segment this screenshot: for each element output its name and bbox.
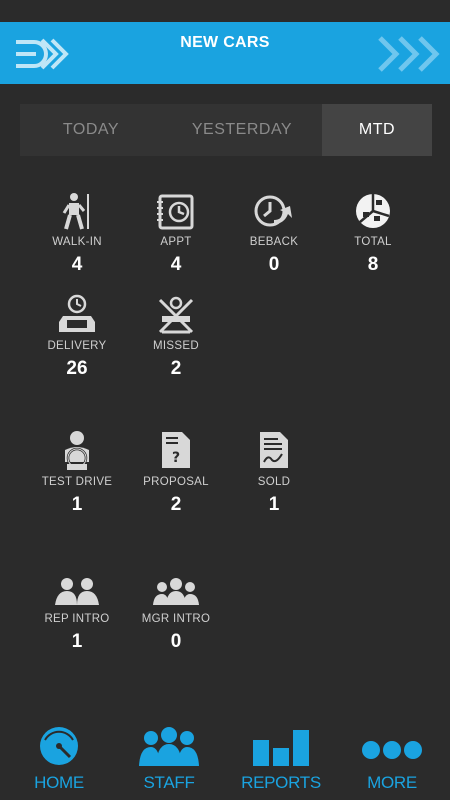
metric-label: SOLD <box>257 476 291 488</box>
metric-value: 4 <box>71 254 83 275</box>
metric-value: 1 <box>71 494 83 515</box>
group-people-icon <box>128 567 224 607</box>
forward-chevrons-icon[interactable] <box>376 34 442 79</box>
tab-mtd[interactable]: MTD <box>322 104 432 156</box>
metric-value: 1 <box>268 494 280 515</box>
walking-person-icon <box>29 190 125 230</box>
nav-home[interactable]: HOME <box>9 726 109 793</box>
nav-more[interactable]: MORE <box>342 726 442 793</box>
metric-value: 1 <box>71 631 83 652</box>
metric-beback[interactable]: BEBACK 0 <box>226 190 322 276</box>
metric-value: 2 <box>170 494 182 515</box>
metric-sold[interactable]: SOLD 1 <box>226 430 322 516</box>
metric-label: APPT <box>160 236 192 248</box>
tab-yesterday[interactable]: YESTERDAY <box>162 104 322 156</box>
appointment-book-icon <box>128 190 224 230</box>
metric-rep-intro[interactable]: REP INTRO 1 <box>29 567 125 653</box>
driver-icon <box>29 430 125 470</box>
metric-proposal[interactable]: ? PROPOSAL 2 <box>128 430 224 516</box>
metric-delivery[interactable]: DELIVERY 26 <box>29 294 125 380</box>
metric-label: MISSED <box>153 340 199 352</box>
metric-missed[interactable]: MISSED 2 <box>128 294 224 380</box>
metric-mgr-intro[interactable]: MGR INTRO 0 <box>128 567 224 653</box>
metric-label: DELIVERY <box>47 340 107 352</box>
missed-icon <box>128 294 224 334</box>
period-tabs: TODAY YESTERDAY MTD <box>20 104 432 156</box>
metric-total[interactable]: TOTAL 8 <box>325 190 421 276</box>
speedometer-icon <box>9 726 109 771</box>
staff-people-icon <box>119 726 219 771</box>
tab-today[interactable]: TODAY <box>20 104 162 156</box>
pie-chart-icon <box>325 190 421 230</box>
metric-label: TEST DRIVE <box>41 476 113 488</box>
metric-value: 26 <box>66 358 88 379</box>
metric-label: WALK-IN <box>52 236 102 248</box>
proposal-document-icon: ? <box>128 430 224 470</box>
metric-label: BEBACK <box>249 236 299 248</box>
metric-value: 0 <box>170 631 182 652</box>
metric-label: MGR INTRO <box>141 613 211 625</box>
bottom-nav: HOME STAFF REPORTS MORE <box>0 720 450 800</box>
delivery-car-clock-icon <box>29 294 125 334</box>
metric-value: 4 <box>170 254 182 275</box>
metric-value: 2 <box>170 358 182 379</box>
metric-walk-in[interactable]: WALK-IN 4 <box>29 190 125 276</box>
metric-test-drive[interactable]: TEST DRIVE 1 <box>29 430 125 516</box>
svg-text:?: ? <box>172 450 180 466</box>
signed-document-icon <box>226 430 322 470</box>
header-bar: NEW CARS <box>0 22 450 84</box>
nav-label: REPORTS <box>241 773 321 792</box>
handshake-people-icon <box>29 567 125 607</box>
nav-label: MORE <box>367 773 417 792</box>
nav-label: STAFF <box>143 773 195 792</box>
nav-label: HOME <box>34 773 84 792</box>
bar-chart-icon <box>231 726 331 771</box>
metric-value: 0 <box>268 254 280 275</box>
metric-value: 8 <box>367 254 379 275</box>
dots-icon <box>342 726 442 771</box>
return-clock-icon <box>226 190 322 230</box>
nav-staff[interactable]: STAFF <box>119 726 219 793</box>
metric-label: REP INTRO <box>44 613 110 625</box>
metric-appt[interactable]: APPT 4 <box>128 190 224 276</box>
metric-label: PROPOSAL <box>143 476 209 488</box>
nav-reports[interactable]: REPORTS <box>231 726 331 793</box>
metric-label: TOTAL <box>354 236 392 248</box>
